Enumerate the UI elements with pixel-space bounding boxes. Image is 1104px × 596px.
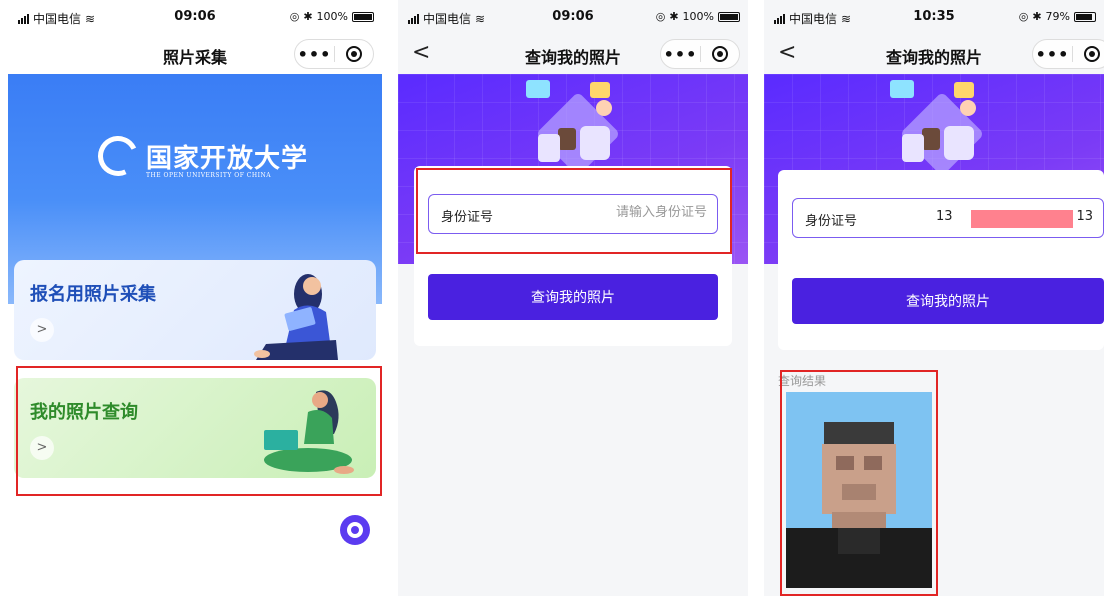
customer-service-icon[interactable] [340,515,370,545]
query-photo-button[interactable]: 查询我的照片 [428,274,718,320]
battery-icon [352,11,374,22]
mini-program-capsule: ••• [294,39,374,69]
close-button[interactable] [1073,46,1104,62]
battery-percent: 100% [316,10,348,23]
query-panel: 身份证号 查询我的照片 [778,170,1104,350]
phone-photo-collection: 中国电信 ≋ 09:06 ◎ ✱ 100% 照片采集 ••• 国家开放大学 TH… [8,0,382,596]
highlight-box [416,168,732,254]
id-number-field: 身份证号 [792,198,1104,238]
nav-bar: < 查询我的照片 ••• [764,34,1104,74]
close-button[interactable] [335,46,373,62]
card-title: 报名用照片采集 [30,284,156,305]
more-button[interactable]: ••• [661,45,700,64]
mini-program-capsule: ••• [1032,39,1104,69]
phone-query-result: 中国电信 ≋ 10:35 ◎ ✱ 79% < 查询我的照片 ••• 身份证号 1… [764,0,1104,596]
phone-query-empty: 中国电信 ≋ 09:06 ◎ ✱ 100% < 查询我的照片 ••• 身份证号 … [398,0,748,596]
battery-percent: 100% [682,10,714,23]
mini-program-capsule: ••• [660,39,740,69]
redaction-mask [971,210,1073,228]
highlight-box [780,370,938,596]
nav-bar: < 查询我的照片 ••• [398,34,748,74]
battery-percent: 79% [1045,10,1070,23]
close-icon [1083,46,1100,62]
logo-name-cn: 国家开放大学 [146,143,309,174]
alarm-icon: ◎ [1018,10,1029,23]
more-button[interactable]: ••• [1033,45,1072,64]
query-photo-button[interactable]: 查询我的照片 [792,278,1104,324]
alarm-icon: ◎ [655,10,666,23]
bluetooth-icon: ✱ [1032,10,1042,23]
logo-name-en: THE OPEN UNIVERSITY OF CHINA [146,172,272,179]
id-number-label: 身份证号 [805,214,858,229]
close-icon [345,46,362,62]
status-bar: 中国电信 ≋ 09:06 ◎ ✱ 100% [398,0,748,34]
bluetooth-icon: ✱ [669,10,679,23]
bluetooth-icon: ✱ [303,10,313,23]
close-icon [711,46,728,62]
chevron-right-icon: > [30,318,54,342]
screenshot-composite: 中国电信 ≋ 09:06 ◎ ✱ 100% 照片采集 ••• 国家开放大学 TH… [0,0,1104,596]
highlight-box [16,366,382,496]
alarm-icon: ◎ [289,10,300,23]
nav-bar: 照片采集 ••• [8,34,382,74]
university-logo: 国家开放大学 [92,130,309,182]
close-button[interactable] [701,46,739,62]
person-laptop-illustration [254,274,338,360]
battery-icon [718,11,740,22]
more-button[interactable]: ••• [295,45,334,64]
status-bar: 中国电信 ≋ 09:06 ◎ ✱ 100% [8,0,382,34]
status-bar: 中国电信 ≋ 10:35 ◎ ✱ 79% [764,0,1104,34]
battery-icon [1074,11,1096,22]
card-registration-photo[interactable]: 报名用照片采集 > [14,260,376,360]
logo-icon [92,130,144,182]
